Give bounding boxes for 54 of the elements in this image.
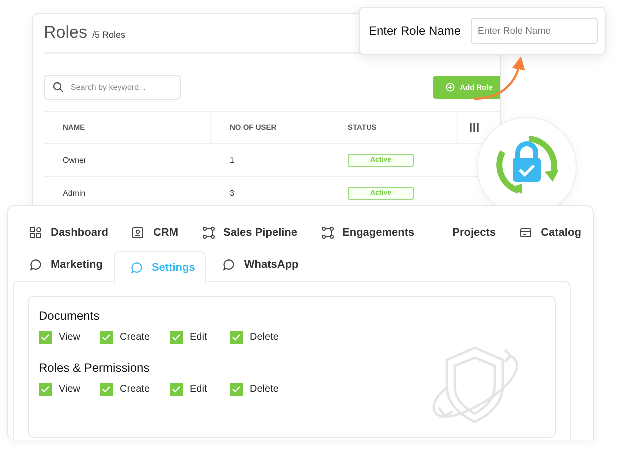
tab[interactable]: Engagements	[304, 217, 422, 249]
section-heading: Roles & Permissions	[39, 361, 151, 375]
role-count: /5 Roles	[92, 30, 126, 40]
table-cell-text: Admin	[62, 188, 87, 198]
search-field[interactable]: Search by keyword...	[44, 75, 181, 100]
checkbox-label[interactable]: Edit	[190, 332, 208, 343]
search-icon	[53, 82, 64, 93]
contact-card-icon	[132, 227, 144, 239]
checkmark-icon	[231, 384, 242, 395]
chat-bubble-icon	[30, 259, 42, 271]
checkmark-icon	[40, 384, 51, 395]
tab[interactable]: Sales Pipeline	[186, 217, 305, 249]
table-cell-text: Owner	[62, 156, 88, 164]
checkmark-icon	[40, 332, 51, 343]
checkbox[interactable]	[230, 383, 243, 396]
checkbox[interactable]	[100, 383, 113, 396]
checkbox[interactable]	[39, 383, 52, 396]
checkbox-label[interactable]: View	[59, 384, 80, 395]
checkbox[interactable]	[39, 331, 52, 344]
checkbox-label[interactable]: View	[59, 332, 80, 343]
nodes-icon	[202, 227, 215, 239]
checkbox[interactable]	[170, 383, 183, 396]
checkbox[interactable]	[100, 331, 113, 344]
page-title: Roles	[44, 23, 88, 43]
role-name-field[interactable]: Enter Role Name	[471, 18, 598, 44]
checkmark-icon	[171, 332, 182, 343]
checkmark-icon	[171, 384, 182, 395]
field-label: Enter Role Name	[369, 24, 462, 38]
tab[interactable]: Catalog	[503, 217, 588, 249]
tab[interactable]: Marketing	[13, 249, 114, 281]
checkbox-label[interactable]: Delete	[250, 384, 279, 395]
checkbox[interactable]	[230, 331, 243, 344]
tab[interactable]: WhatsApp	[206, 249, 310, 281]
tab[interactable]: CRM	[115, 217, 186, 249]
checkbox-label[interactable]: Create	[120, 384, 150, 395]
checkbox[interactable]	[170, 331, 183, 344]
checkbox-label[interactable]: Edit	[190, 384, 208, 395]
checkmark-icon	[101, 332, 112, 343]
plus-icon	[446, 83, 456, 92]
catalog-icon	[520, 227, 532, 239]
section-heading: Documents	[39, 309, 101, 323]
chat-bubble-icon	[223, 259, 236, 271]
checkbox-label[interactable]: Create	[120, 332, 150, 343]
checkbox-label[interactable]: Delete	[250, 332, 279, 343]
table-cell-text: 3	[229, 188, 236, 198]
chat-bubble-icon	[130, 262, 143, 274]
checkmark-icon	[231, 332, 242, 343]
tab[interactable]: Projects	[422, 217, 504, 249]
columns-icon[interactable]	[470, 122, 479, 133]
checkmark-icon	[101, 384, 112, 395]
grid-icon	[30, 227, 42, 239]
nodes-icon	[322, 227, 334, 239]
table-cell-text: 1	[229, 156, 236, 164]
tab[interactable]: Dashboard	[13, 217, 116, 249]
